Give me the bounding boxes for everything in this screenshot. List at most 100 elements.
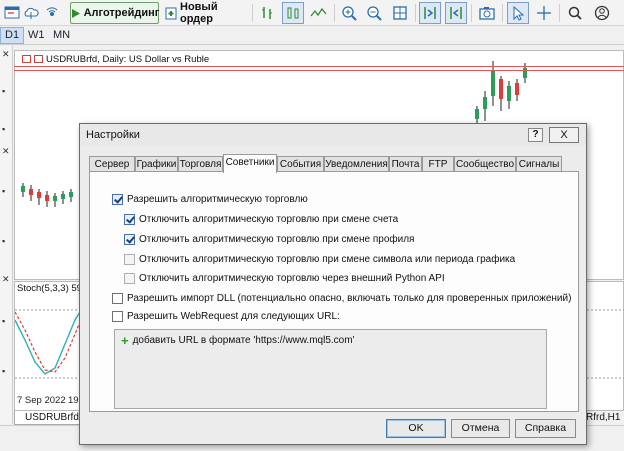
add-url-item[interactable]: + добавить URL в формате 'https://www.mq… <box>121 332 354 348</box>
chart-symbol-icon <box>34 55 43 63</box>
dialog-titlebar: Настройки ? X <box>80 124 586 146</box>
tab-community[interactable]: Сообщество <box>454 156 516 172</box>
cancel-button[interactable]: Отмена <box>451 419 510 438</box>
line-chart-icon[interactable] <box>309 2 329 24</box>
toolbar-separator <box>252 4 253 22</box>
window-marker: ▪ <box>2 86 6 96</box>
chart-title: USDRUBrfd, Daily: US Dollar vs Ruble <box>22 54 209 65</box>
close-icon[interactable]: ✕ <box>2 49 10 60</box>
dialog-title: Настройки <box>86 129 140 141</box>
disable-on-symbol-option[interactable]: Отключить алгоритмическую торговлю при с… <box>124 254 515 265</box>
disable-on-profile-checkbox[interactable] <box>124 234 135 245</box>
disable-on-symbol-label: Отключить алгоритмическую торговлю при с… <box>139 254 516 265</box>
chart-title-text: USDRUBrfd, Daily: US Dollar vs Ruble <box>46 54 210 65</box>
timeframe-d1[interactable]: D1 <box>0 27 25 44</box>
disable-python-checkbox[interactable] <box>124 273 135 284</box>
date-label: 7 Sep 2022 <box>17 395 66 406</box>
timeframe-bar: D1 W1 MN <box>0 26 624 45</box>
account-icon[interactable] <box>592 2 612 24</box>
plus-icon: + <box>121 332 129 348</box>
allow-dll-checkbox[interactable] <box>112 293 123 304</box>
tab-server[interactable]: Сервер <box>89 156 135 172</box>
signal-icon[interactable] <box>43 2 61 24</box>
close-icon[interactable]: ✕ <box>2 146 10 157</box>
allow-dll-label: Разрешить импорт DLL (потенциально опасн… <box>127 293 572 304</box>
candles <box>21 183 73 207</box>
allow-webrequest-checkbox[interactable] <box>112 311 123 322</box>
allow-algo-checkbox[interactable] <box>112 194 123 205</box>
candle <box>53 196 57 201</box>
cursor-icon[interactable] <box>507 2 529 24</box>
tab-notifications[interactable]: Уведомления <box>324 156 389 172</box>
disable-on-profile-option[interactable]: Отключить алгоритмическую торговлю при с… <box>124 234 414 245</box>
tab-charts[interactable]: Графики <box>135 156 178 172</box>
disable-on-account-option[interactable]: Отключить алгоритмическую торговлю при с… <box>124 214 398 225</box>
help-dialog-button[interactable]: Справка <box>515 419 576 438</box>
tab-email[interactable]: Почта <box>389 156 422 172</box>
candle <box>515 83 519 95</box>
left-window-strip: ✕ ▪ ▪ ✕ ▪ ▪ ✕ ▪ ▪ <box>0 46 13 424</box>
bar-chart-icon[interactable] <box>258 2 276 24</box>
candle <box>483 97 487 109</box>
crosshair-icon[interactable] <box>534 2 554 24</box>
candle <box>61 194 65 199</box>
allow-dll-option[interactable]: Разрешить импорт DLL (потенциально опасн… <box>112 293 571 304</box>
tab-ftp[interactable]: FTP <box>422 156 454 172</box>
tile-windows-icon[interactable] <box>390 2 410 24</box>
algo-trading-label: Алготрейдинг <box>83 7 160 19</box>
new-order-icon <box>165 7 177 20</box>
disable-on-symbol-checkbox[interactable] <box>124 254 135 265</box>
candle <box>507 86 511 101</box>
window-marker: ▪ <box>2 124 6 134</box>
tab-expert-advisors[interactable]: Советники <box>223 154 277 173</box>
toolbar-separator <box>559 4 560 22</box>
candle <box>499 79 503 99</box>
tab-signals[interactable]: Сигналы <box>516 156 562 172</box>
chart-shift-icon[interactable] <box>445 2 467 24</box>
algo-play-icon <box>70 8 81 19</box>
candle <box>475 109 479 119</box>
timeframe-w1[interactable]: W1 <box>24 27 49 44</box>
timeframe-mn[interactable]: MN <box>49 27 74 44</box>
allow-algo-option[interactable]: Разрешить алгоритмическую торговлю <box>112 194 308 205</box>
candle <box>21 186 25 192</box>
window-marker: ▪ <box>2 316 6 326</box>
allow-algo-label: Разрешить алгоритмическую торговлю <box>127 194 308 205</box>
chart-window-tab[interactable]: USDRUBrfd,D <box>14 411 89 425</box>
autoscroll-icon[interactable] <box>419 2 441 24</box>
allow-webrequest-option[interactable]: Разрешить WebRequest для следующих URL: <box>112 311 340 322</box>
main-toolbar: Алготрейдинг Новый ордер <box>0 0 624 26</box>
help-button[interactable]: ? <box>528 128 543 142</box>
screenshot-icon[interactable] <box>477 2 497 24</box>
ok-button[interactable]: OK <box>386 419 446 438</box>
candles-icon[interactable] <box>282 2 304 24</box>
chart-window-tab[interactable]: Rfrd,H1 <box>586 412 620 423</box>
candle <box>491 71 495 96</box>
tab-events[interactable]: События <box>277 156 324 172</box>
price-level-line <box>14 66 624 67</box>
zoom-out-icon[interactable] <box>364 2 384 24</box>
algo-trading-button[interactable]: Алготрейдинг <box>70 2 159 24</box>
price-level-line <box>14 70 624 71</box>
disable-on-account-checkbox[interactable] <box>124 214 135 225</box>
terminal-icon[interactable] <box>3 2 21 24</box>
candle <box>37 192 41 198</box>
disable-python-option[interactable]: Отключить алгоритмическую торговлю через… <box>124 273 445 284</box>
close-button[interactable]: X <box>549 127 579 143</box>
stochastic-main-line <box>15 311 81 375</box>
tab-trade[interactable]: Торговля <box>178 156 223 172</box>
disable-python-label: Отключить алгоритмическую торговлю через… <box>139 273 445 284</box>
chart-menu-icon[interactable] <box>22 55 31 63</box>
zoom-in-icon[interactable] <box>339 2 359 24</box>
webrequest-url-list[interactable]: + добавить URL в формате 'https://www.mq… <box>114 329 547 409</box>
cloud-icon[interactable] <box>22 2 40 24</box>
search-icon[interactable] <box>565 2 585 24</box>
disable-on-account-label: Отключить алгоритмическую торговлю при с… <box>139 214 399 225</box>
toolbar-separator <box>334 4 335 22</box>
toolbar-separator <box>415 4 416 22</box>
candle <box>69 192 73 197</box>
close-icon[interactable]: ✕ <box>2 274 10 285</box>
new-order-button[interactable]: Новый ордер <box>165 1 247 25</box>
new-order-label: Новый ордер <box>180 1 218 25</box>
allow-webrequest-label: Разрешить WebRequest для следующих URL: <box>127 311 340 322</box>
